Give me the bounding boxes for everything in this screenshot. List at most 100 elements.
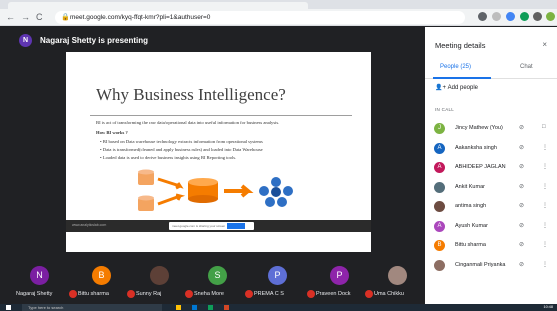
participant-name: Sunny Raj bbox=[136, 291, 162, 297]
participant-list-item[interactable]: Cinganmali Priyanka ⊘ ⋮ bbox=[425, 256, 557, 275]
participant-avatar[interactable]: N bbox=[30, 266, 49, 285]
mic-off-icon bbox=[185, 290, 193, 298]
slide-bullet: Data is transformed(cleaned and apply bu… bbox=[100, 147, 263, 153]
slide-intro: BI is act of transforming the raw data/o… bbox=[96, 120, 280, 125]
participant-avatar[interactable]: P bbox=[330, 266, 349, 285]
mic-off-icon[interactable]: ⊘ bbox=[519, 183, 524, 190]
active-tab-indicator bbox=[433, 77, 491, 79]
participant-name: Uma Chikku bbox=[374, 291, 404, 297]
meeting-details-panel: Meeting details × People (25) Chat 👤+ Ad… bbox=[425, 27, 557, 304]
more-options-icon[interactable]: ⋮ bbox=[542, 202, 548, 209]
source-db-icon bbox=[138, 195, 154, 211]
extension-icon[interactable] bbox=[520, 12, 529, 21]
participant-photo[interactable] bbox=[388, 266, 407, 285]
participant-list-item[interactable]: Ankit Kumar ⊘ ⋮ bbox=[425, 178, 557, 197]
slide-bullet: BI based on Data warehouse technology ex… bbox=[100, 139, 263, 145]
sharing-banner: meet.google.com is sharing your screen bbox=[169, 222, 254, 230]
participant-name: Nagaraj Shetty bbox=[16, 291, 53, 297]
chrome-icon[interactable] bbox=[208, 305, 213, 310]
participant-name: Aakanksha singh bbox=[455, 144, 497, 151]
panel-tabs: People (25) Chat bbox=[425, 61, 557, 79]
mic-off-icon bbox=[307, 290, 315, 298]
participant-list-item[interactable]: A ABHIDEEP JAGLAN ⊘ ⋮ bbox=[425, 158, 557, 177]
participant-avatar bbox=[434, 181, 445, 193]
puzzle-icon[interactable] bbox=[533, 12, 542, 21]
close-icon[interactable]: × bbox=[542, 40, 547, 49]
powerpoint-icon[interactable] bbox=[224, 305, 229, 310]
lock-icon: 🔒 bbox=[61, 14, 70, 21]
participant-list-item[interactable]: A Aakanksha singh ⊘ ⋮ bbox=[425, 139, 557, 158]
in-call-heading: IN CALL bbox=[435, 107, 455, 112]
tab-chat[interactable]: Chat bbox=[520, 64, 533, 70]
mic-off-icon[interactable]: ⊘ bbox=[519, 144, 524, 151]
users-network-icon bbox=[259, 177, 293, 207]
back-icon[interactable]: ← bbox=[6, 11, 15, 23]
slide-subhead: How BI works ? bbox=[96, 130, 128, 135]
warehouse-icon bbox=[188, 178, 218, 203]
taskbar-search-placeholder: Type here to search bbox=[28, 305, 64, 310]
mic-off-icon[interactable]: ⊘ bbox=[519, 241, 524, 248]
participant-list-item[interactable]: J Jincy Mathew (You) ⊘ □ bbox=[425, 119, 557, 138]
participant-name: Jincy Mathew (You) bbox=[455, 125, 503, 131]
mic-off-icon[interactable]: ⊘ bbox=[519, 222, 524, 229]
reload-icon[interactable]: C bbox=[36, 11, 43, 23]
participant-avatar: A bbox=[434, 162, 445, 173]
participant-name: Bittu sharma bbox=[78, 291, 109, 297]
more-options-icon[interactable]: ⋮ bbox=[542, 163, 548, 170]
participant-name: Sneha More bbox=[194, 291, 224, 297]
participant-photo[interactable] bbox=[150, 266, 169, 285]
screen: ← → C 🔒 meet.google.com/kyq-ffqt-kmr?pli… bbox=[0, 0, 557, 311]
address-bar[interactable]: 🔒 meet.google.com/kyq-ffqt-kmr?pli=1&aut… bbox=[55, 11, 465, 24]
mic-off-icon bbox=[245, 290, 253, 298]
browser-tab[interactable] bbox=[8, 2, 308, 9]
participant-name: Ankit Kumar bbox=[455, 183, 485, 190]
participant-avatar: J bbox=[434, 123, 445, 134]
windows-taskbar: Type here to search 10:48 bbox=[0, 304, 557, 311]
add-people-label: Add people bbox=[447, 85, 479, 91]
participant-list-item[interactable]: A Ayush Kumar ⊘ ⋮ bbox=[425, 217, 557, 236]
star-icon[interactable] bbox=[492, 12, 501, 21]
participant-list-item[interactable]: B Bittu sharma ⊘ ⋮ bbox=[425, 236, 557, 255]
mic-off-icon[interactable]: ⊘ bbox=[519, 202, 524, 209]
participant-name: Ayush Kumar bbox=[455, 222, 488, 229]
more-options-icon[interactable]: ⋮ bbox=[542, 144, 548, 151]
tab-people[interactable]: People (25) bbox=[440, 64, 471, 70]
participant-avatar: B bbox=[434, 240, 445, 251]
slide-footer: www.analyticslab.com meet.google.com is … bbox=[66, 220, 371, 232]
profile-avatar[interactable] bbox=[546, 12, 555, 21]
mic-off-icon bbox=[127, 290, 135, 298]
participant-avatar[interactable]: P bbox=[268, 266, 287, 285]
pin-icon[interactable]: □ bbox=[542, 124, 546, 130]
shared-screen: Why Business Intelligence? BI is act of … bbox=[66, 52, 371, 252]
participant-avatar: A bbox=[434, 142, 445, 154]
mic-off-icon[interactable]: ⊘ bbox=[519, 124, 524, 131]
more-options-icon[interactable]: ⋮ bbox=[542, 261, 548, 268]
add-person-icon: 👤+ bbox=[435, 85, 448, 91]
add-people-button[interactable]: 👤+ Add people bbox=[435, 84, 478, 91]
participant-list-item[interactable]: antima singh ⊘ ⋮ bbox=[425, 197, 557, 216]
windows-start-icon[interactable] bbox=[6, 305, 11, 310]
edge-icon[interactable] bbox=[192, 305, 197, 310]
presenter-avatar: N bbox=[19, 34, 32, 47]
mic-off-icon[interactable]: ⊘ bbox=[519, 163, 524, 170]
camera-icon[interactable] bbox=[478, 12, 487, 21]
participant-avatar[interactable]: B bbox=[92, 266, 111, 285]
folder-icon[interactable] bbox=[176, 305, 181, 310]
extension-icon[interactable] bbox=[506, 12, 515, 21]
panel-title: Meeting details bbox=[435, 41, 486, 50]
taskbar-search[interactable]: Type here to search bbox=[22, 304, 162, 311]
participant-name: Praveen Dock bbox=[316, 291, 351, 297]
more-options-icon[interactable]: ⋮ bbox=[542, 183, 548, 190]
forward-icon[interactable]: → bbox=[21, 11, 30, 23]
sharing-text: meet.google.com is sharing your screen bbox=[172, 224, 226, 228]
arrow-icon bbox=[224, 184, 254, 198]
participant-name: ABHIDEEP JAGLAN bbox=[455, 164, 506, 170]
more-options-icon[interactable]: ⋮ bbox=[542, 241, 548, 248]
more-options-icon[interactable]: ⋮ bbox=[542, 222, 548, 229]
tab-strip bbox=[0, 0, 557, 9]
stop-sharing-button[interactable] bbox=[227, 223, 245, 229]
slide-divider bbox=[90, 115, 352, 116]
participant-avatar bbox=[434, 201, 445, 212]
mic-off-icon[interactable]: ⊘ bbox=[519, 261, 524, 268]
participant-avatar[interactable]: S bbox=[208, 266, 227, 285]
